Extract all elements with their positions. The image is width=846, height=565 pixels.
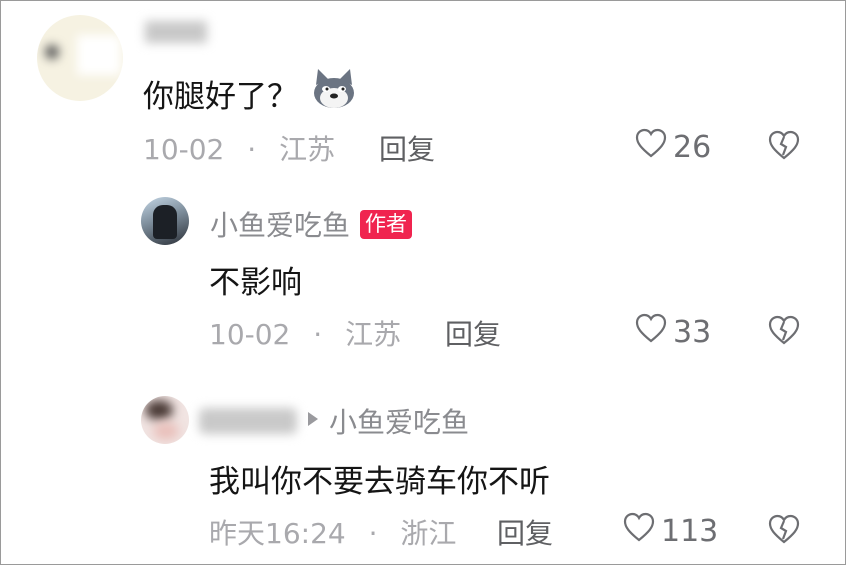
heart-icon — [635, 128, 667, 166]
like-button[interactable]: 26 — [635, 128, 711, 166]
comment-header: 小鱼爱吃鱼 — [199, 401, 469, 441]
author-badge: 作者 — [360, 209, 413, 239]
reply-button[interactable]: 回复 — [379, 128, 435, 168]
avatar[interactable] — [37, 15, 123, 101]
comment-content: 你腿好了？ — [143, 69, 356, 117]
like-button[interactable]: 33 — [635, 313, 711, 351]
comment-meta: 昨天16:24 · 浙江 — [209, 512, 456, 552]
avatar[interactable] — [141, 396, 189, 444]
separator: · — [368, 517, 378, 550]
comment-date: 10-02 — [209, 318, 291, 351]
comment-location: 江苏 — [279, 133, 336, 166]
like-button[interactable]: 113 — [623, 512, 718, 550]
comment-location: 江苏 — [345, 318, 402, 351]
reply-button[interactable]: 回复 — [497, 512, 553, 552]
reply-to-username[interactable]: 小鱼爱吃鱼 — [329, 401, 469, 441]
comment-meta: 10-02 · 江苏 — [209, 313, 401, 353]
reply-arrow-icon — [307, 411, 319, 431]
separator: · — [313, 318, 323, 351]
heart-icon — [635, 313, 667, 351]
comment-date: 昨天16:24 — [209, 517, 346, 550]
broken-heart-icon — [767, 514, 801, 549]
heart-icon — [623, 512, 655, 550]
like-count: 33 — [673, 314, 712, 350]
username-blurred[interactable] — [199, 408, 297, 434]
dislike-button[interactable] — [767, 513, 801, 549]
separator: · — [247, 133, 257, 166]
dislike-button[interactable] — [767, 314, 801, 350]
like-count: 113 — [661, 513, 719, 549]
comment-text: 我叫你不要去骑车你不听 — [209, 464, 550, 500]
username[interactable]: 小鱼爱吃鱼 — [210, 204, 350, 244]
comment-location: 浙江 — [400, 517, 457, 550]
comment-date: 10-02 — [143, 133, 225, 166]
reply-button[interactable]: 回复 — [445, 313, 501, 353]
husky-dog-emoji-icon — [312, 69, 356, 117]
comment-text: 你腿好了？ — [143, 78, 298, 115]
like-count: 26 — [673, 129, 712, 165]
broken-heart-icon — [767, 315, 801, 350]
comment-header: 小鱼爱吃鱼 作者 — [210, 204, 413, 244]
broken-heart-icon — [767, 130, 801, 165]
dislike-button[interactable] — [767, 129, 801, 165]
comment-meta: 10-02 · 江苏 — [143, 128, 335, 168]
comment-text: 不影响 — [209, 265, 302, 301]
avatar[interactable] — [141, 197, 189, 245]
username-blurred[interactable] — [145, 21, 207, 43]
